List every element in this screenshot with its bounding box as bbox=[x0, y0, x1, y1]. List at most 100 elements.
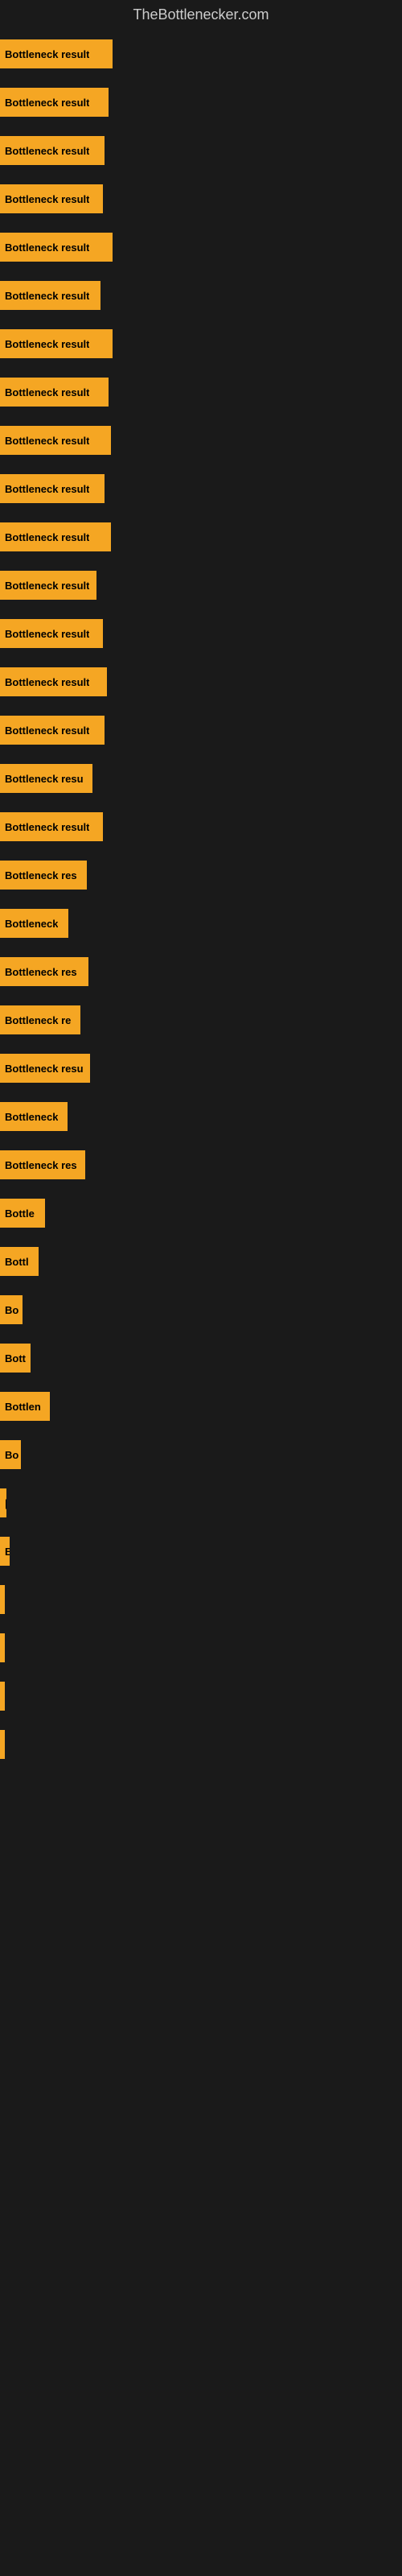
bar-label: Bottl bbox=[5, 1256, 29, 1268]
bar-row: Bottleneck result bbox=[0, 706, 402, 754]
bar-item[interactable]: Bottleneck result bbox=[0, 571, 96, 600]
bar-item[interactable]: Bottleneck result bbox=[0, 522, 111, 551]
bar-item[interactable]: | bbox=[0, 1488, 6, 1517]
bar-item[interactable]: Bottleneck res bbox=[0, 957, 88, 986]
bar-row: | bbox=[0, 1575, 402, 1624]
bar-label: Bottleneck result bbox=[5, 435, 89, 447]
bar-item[interactable]: Bottleneck result bbox=[0, 716, 105, 745]
bar-row: Bottleneck bbox=[0, 1092, 402, 1141]
bar-row: Bottleneck bbox=[0, 899, 402, 947]
bar-row: Bottleneck result bbox=[0, 609, 402, 658]
bar-label: Bottleneck bbox=[5, 1111, 58, 1123]
bar-item[interactable]: Bottleneck bbox=[0, 909, 68, 938]
bar-item[interactable]: Bottleneck re bbox=[0, 1005, 80, 1034]
bar-item[interactable]: Bottlen bbox=[0, 1392, 50, 1421]
bar-label: Bottleneck re bbox=[5, 1014, 71, 1026]
bar-row bbox=[0, 1672, 402, 1720]
bar-row: | bbox=[0, 1479, 402, 1527]
bar-item[interactable]: Bottleneck resu bbox=[0, 764, 92, 793]
bar-row: Bottleneck result bbox=[0, 464, 402, 513]
bar-row: Bottleneck result bbox=[0, 30, 402, 78]
bar-item[interactable]: | bbox=[0, 1585, 5, 1614]
bar-item[interactable]: B bbox=[0, 1537, 10, 1566]
bar-label: Bottleneck result bbox=[5, 483, 89, 495]
bar-item[interactable]: Bottleneck result bbox=[0, 812, 103, 841]
bar-label: Bottleneck result bbox=[5, 97, 89, 109]
bar-item[interactable]: Bottleneck result bbox=[0, 281, 100, 310]
bar-row: Bo bbox=[0, 1430, 402, 1479]
bar-item[interactable]: Bottleneck result bbox=[0, 184, 103, 213]
bar-label: Bottleneck bbox=[5, 918, 58, 930]
bars-container: Bottleneck result Bottleneck result Bottle… bbox=[0, 30, 402, 1769]
bar-row bbox=[0, 1624, 402, 1672]
bar-row: Bottleneck re bbox=[0, 996, 402, 1044]
bar-label: Bottleneck result bbox=[5, 145, 89, 157]
bar-row: Bottleneck result bbox=[0, 416, 402, 464]
bar-label: Bottleneck resu bbox=[5, 1063, 84, 1075]
bar-item[interactable]: Bottleneck result bbox=[0, 88, 109, 117]
bar-row: Bottleneck result bbox=[0, 513, 402, 561]
bar-label: Bo bbox=[5, 1449, 18, 1461]
bar-label: Bottleneck result bbox=[5, 290, 89, 302]
bar-item[interactable]: Bottleneck result bbox=[0, 233, 113, 262]
bar-row: Bottleneck resu bbox=[0, 754, 402, 803]
bar-label: Bottleneck result bbox=[5, 48, 89, 60]
bar-row: Bo bbox=[0, 1286, 402, 1334]
bar-row: Bottleneck resu bbox=[0, 1044, 402, 1092]
bar-label: Bottleneck resu bbox=[5, 773, 84, 785]
bar-row: Bottleneck result bbox=[0, 320, 402, 368]
bar-row: B bbox=[0, 1527, 402, 1575]
bar-item[interactable]: Bottleneck result bbox=[0, 136, 105, 165]
site-title: TheBottlenecker.com bbox=[0, 0, 402, 30]
bar-item[interactable]: Bottle bbox=[0, 1199, 45, 1228]
bar-label: Bottleneck result bbox=[5, 338, 89, 350]
bar-row: Bottleneck result bbox=[0, 803, 402, 851]
bar-item[interactable] bbox=[0, 1633, 5, 1662]
bar-row: Bottleneck result bbox=[0, 658, 402, 706]
bar-item[interactable]: Bottleneck result bbox=[0, 378, 109, 407]
bar-label: Bottleneck result bbox=[5, 676, 89, 688]
bar-row bbox=[0, 1720, 402, 1769]
bar-row: Bottleneck result bbox=[0, 368, 402, 416]
bar-label: Bottleneck result bbox=[5, 821, 89, 833]
bar-row: Bottleneck result bbox=[0, 223, 402, 271]
bar-item[interactable]: Bottleneck result bbox=[0, 426, 111, 455]
bar-label: | bbox=[5, 1497, 6, 1509]
bar-item[interactable]: Bottleneck result bbox=[0, 329, 113, 358]
bar-item[interactable]: Bo bbox=[0, 1295, 23, 1324]
bar-row: Bottleneck result bbox=[0, 175, 402, 223]
bar-item[interactable]: Bottleneck res bbox=[0, 861, 87, 890]
bar-label: Bottleneck res bbox=[5, 1159, 77, 1171]
bar-label: Bottle bbox=[5, 1208, 35, 1220]
bar-label: Bottleneck result bbox=[5, 193, 89, 205]
bar-label: Bottleneck result bbox=[5, 242, 89, 254]
bar-item[interactable]: Bottleneck res bbox=[0, 1150, 85, 1179]
bar-row: Bottle bbox=[0, 1189, 402, 1237]
bar-label: Bottlen bbox=[5, 1401, 41, 1413]
bar-label: Bottleneck result bbox=[5, 628, 89, 640]
bar-item[interactable] bbox=[0, 1682, 5, 1711]
bar-row: Bottleneck res bbox=[0, 851, 402, 899]
bar-item[interactable] bbox=[0, 1730, 5, 1759]
bar-label: Bottleneck res bbox=[5, 966, 77, 978]
bar-row: Bott bbox=[0, 1334, 402, 1382]
bar-row: Bottl bbox=[0, 1237, 402, 1286]
bar-row: Bottleneck res bbox=[0, 1141, 402, 1189]
bar-item[interactable]: Bottleneck resu bbox=[0, 1054, 90, 1083]
bar-label: Bott bbox=[5, 1352, 26, 1364]
bar-item[interactable]: Bottleneck bbox=[0, 1102, 68, 1131]
bar-item[interactable]: Bottleneck result bbox=[0, 39, 113, 68]
bar-row: Bottleneck result bbox=[0, 126, 402, 175]
bar-item[interactable]: Bottleneck result bbox=[0, 667, 107, 696]
bar-label: Bottleneck result bbox=[5, 724, 89, 737]
bar-item[interactable]: Bott bbox=[0, 1344, 31, 1373]
bar-row: Bottlen bbox=[0, 1382, 402, 1430]
bar-item[interactable]: Bottleneck result bbox=[0, 619, 103, 648]
bar-item[interactable]: Bottleneck result bbox=[0, 474, 105, 503]
bar-label: B bbox=[5, 1546, 10, 1558]
bar-item[interactable]: Bo bbox=[0, 1440, 21, 1469]
bar-label: Bottleneck result bbox=[5, 386, 89, 398]
bar-label: Bo bbox=[5, 1304, 18, 1316]
bar-row: Bottleneck res bbox=[0, 947, 402, 996]
bar-item[interactable]: Bottl bbox=[0, 1247, 39, 1276]
